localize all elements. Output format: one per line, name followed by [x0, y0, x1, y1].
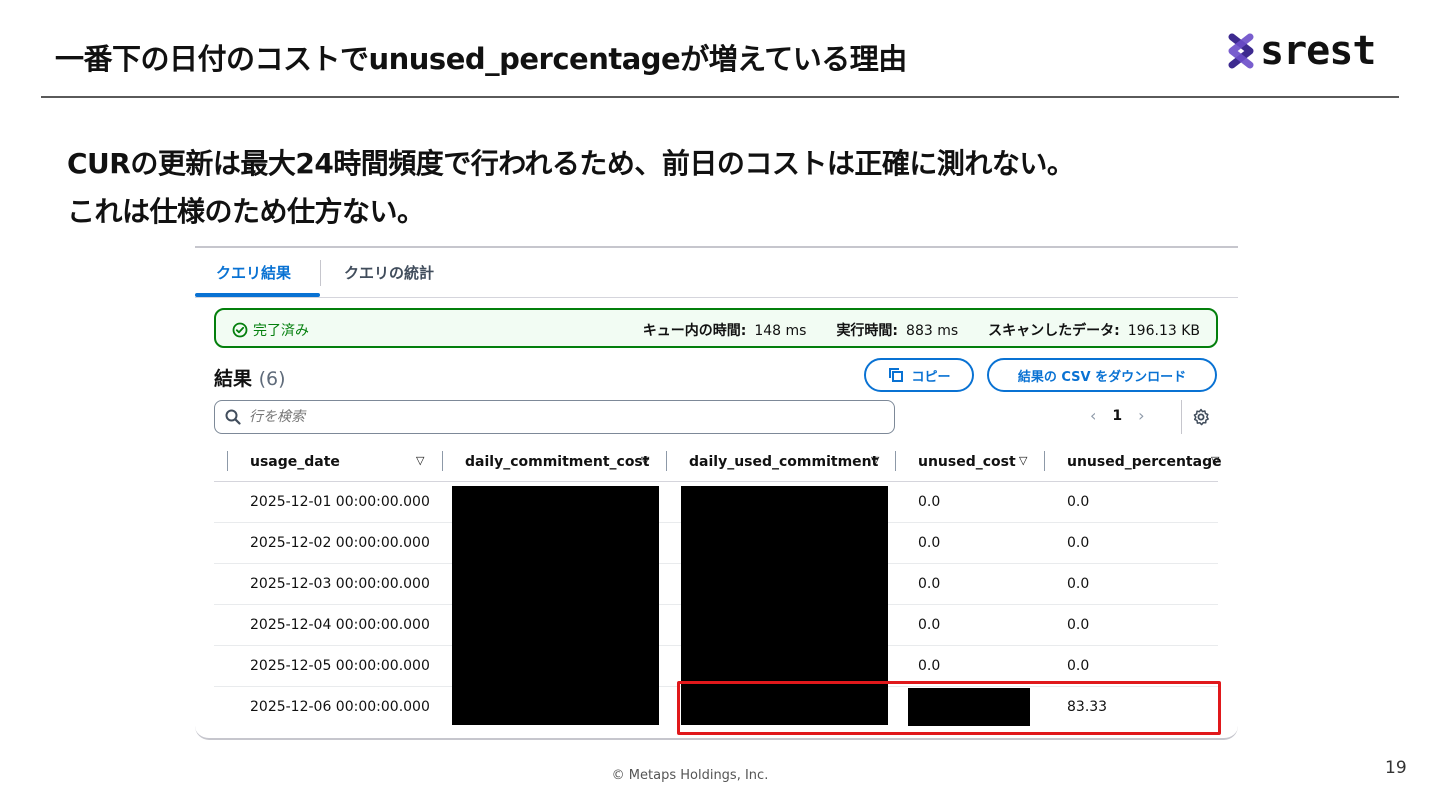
column-divider[interactable]	[895, 451, 896, 471]
search-icon	[225, 409, 241, 425]
cell-usage-date: 2025-12-02 00:00:00.000	[250, 535, 430, 551]
column-header-unused-percentage[interactable]: unused_percentage	[1067, 454, 1222, 470]
execution-time-label: 実行時間:	[836, 323, 899, 339]
result-tabs: クエリ結果 クエリの統計	[195, 248, 1238, 298]
column-header-daily-used-commitment[interactable]: daily_used_commitment	[689, 454, 878, 470]
column-header-daily-commitment-cost[interactable]: daily_commitment_cost	[465, 454, 649, 470]
execution-time: 実行時間: 883 ms	[836, 320, 958, 340]
cell-unused-cost: 0.0	[918, 576, 941, 592]
cell-usage-date: 2025-12-05 00:00:00.000	[250, 658, 430, 674]
gear-icon[interactable]	[1192, 408, 1210, 426]
cell-unused-cost: 0.0	[918, 535, 941, 551]
cell-usage-date: 2025-12-06 00:00:00.000	[250, 699, 430, 715]
sort-icon[interactable]: ▽	[1019, 454, 1027, 467]
cell-unused-cost: 0.0	[918, 617, 941, 633]
highlight-box	[677, 681, 1221, 735]
queue-time-value: 148 ms	[754, 323, 807, 339]
page-number: 19	[1385, 758, 1407, 778]
query-stats-summary: キュー内の時間: 148 ms 実行時間: 883 ms スキャンしたデータ: 196…	[643, 320, 1200, 340]
copy-button-label: コピー	[911, 369, 951, 385]
column-divider	[227, 451, 228, 471]
copy-button[interactable]: コピー	[864, 358, 974, 392]
pagination: ‹ 1 ›	[1090, 406, 1145, 425]
execution-time-value: 883 ms	[906, 323, 959, 339]
tab-query-results[interactable]: クエリ結果	[216, 262, 291, 283]
sort-icon[interactable]: ▽	[871, 454, 879, 467]
cell-usage-date: 2025-12-03 00:00:00.000	[250, 576, 430, 592]
srest-logo-mark-icon	[1228, 33, 1254, 69]
cell-unused-percentage: 0.0	[1067, 658, 1090, 674]
title-divider	[41, 96, 1399, 98]
cell-unused-cost: 0.0	[918, 494, 941, 510]
next-page-button[interactable]: ›	[1138, 406, 1144, 425]
cell-unused-percentage: 0.0	[1067, 494, 1090, 510]
row-search-input[interactable]	[249, 409, 849, 425]
slide-body-text: CURの更新は最大24時間頻度で行われるため、前日のコストは正確に測れない。 こ…	[67, 140, 1075, 236]
cell-usage-date: 2025-12-04 00:00:00.000	[250, 617, 430, 633]
queue-time-label: キュー内の時間:	[642, 323, 747, 339]
slide-title: 一番下の日付のコストでunused_percentageが増えている理由	[55, 42, 907, 76]
column-header-unused-cost[interactable]: unused_cost	[918, 454, 1016, 470]
body-line-1: CURの更新は最大24時間頻度で行われるため、前日のコストは正確に測れない。	[67, 147, 1075, 180]
column-divider[interactable]	[666, 451, 667, 471]
redacted-daily-commitment-cost	[452, 486, 659, 725]
sort-icon[interactable]: ▽	[1211, 454, 1219, 467]
cell-unused-percentage: 0.0	[1067, 617, 1090, 633]
status-complete: 完了済み	[232, 320, 309, 340]
column-divider[interactable]	[442, 451, 443, 471]
active-tab-underline	[195, 293, 320, 297]
queue-time: キュー内の時間: 148 ms	[643, 320, 807, 340]
sort-icon[interactable]: ▽	[641, 454, 649, 467]
cell-unused-percentage: 0.0	[1067, 535, 1090, 551]
cell-unused-cost: 0.0	[918, 658, 941, 674]
copy-icon	[889, 368, 904, 382]
status-text: 完了済み	[253, 323, 309, 339]
results-heading: 結果 (6)	[214, 364, 286, 391]
data-scanned: スキャンしたデータ: 196.13 KB	[988, 320, 1200, 340]
data-scanned-label: スキャンしたデータ:	[988, 323, 1120, 339]
check-circle-icon	[232, 322, 248, 338]
query-status-bar: 完了済み キュー内の時間: 148 ms 実行時間: 883 ms スキャンしたデー…	[214, 308, 1218, 348]
results-title: 結果	[214, 368, 253, 390]
srest-logo: srest	[1226, 28, 1376, 74]
tab-divider	[320, 260, 321, 286]
copyright-footer: © Metaps Holdings, Inc.	[611, 768, 769, 783]
tab-query-stats[interactable]: クエリの統計	[344, 262, 434, 283]
results-count: (6)	[258, 368, 286, 390]
row-search-box[interactable]	[214, 400, 895, 434]
sort-icon[interactable]: ▽	[416, 454, 424, 467]
srest-logo-text: srest	[1260, 28, 1376, 74]
pager-divider	[1181, 400, 1182, 434]
current-page[interactable]: 1	[1112, 408, 1122, 424]
body-line-2: これは仕様のため仕方ない。	[67, 195, 425, 228]
download-csv-button[interactable]: 結果の CSV をダウンロード	[987, 358, 1217, 392]
column-header-usage-date[interactable]: usage_date	[250, 454, 340, 470]
column-divider[interactable]	[1044, 451, 1045, 471]
prev-page-button[interactable]: ‹	[1090, 406, 1096, 425]
table-header: usage_date ▽ daily_commitment_cost ▽ dai…	[214, 444, 1222, 482]
cell-usage-date: 2025-12-01 00:00:00.000	[250, 494, 430, 510]
cell-unused-percentage: 0.0	[1067, 576, 1090, 592]
data-scanned-value: 196.13 KB	[1127, 323, 1200, 339]
